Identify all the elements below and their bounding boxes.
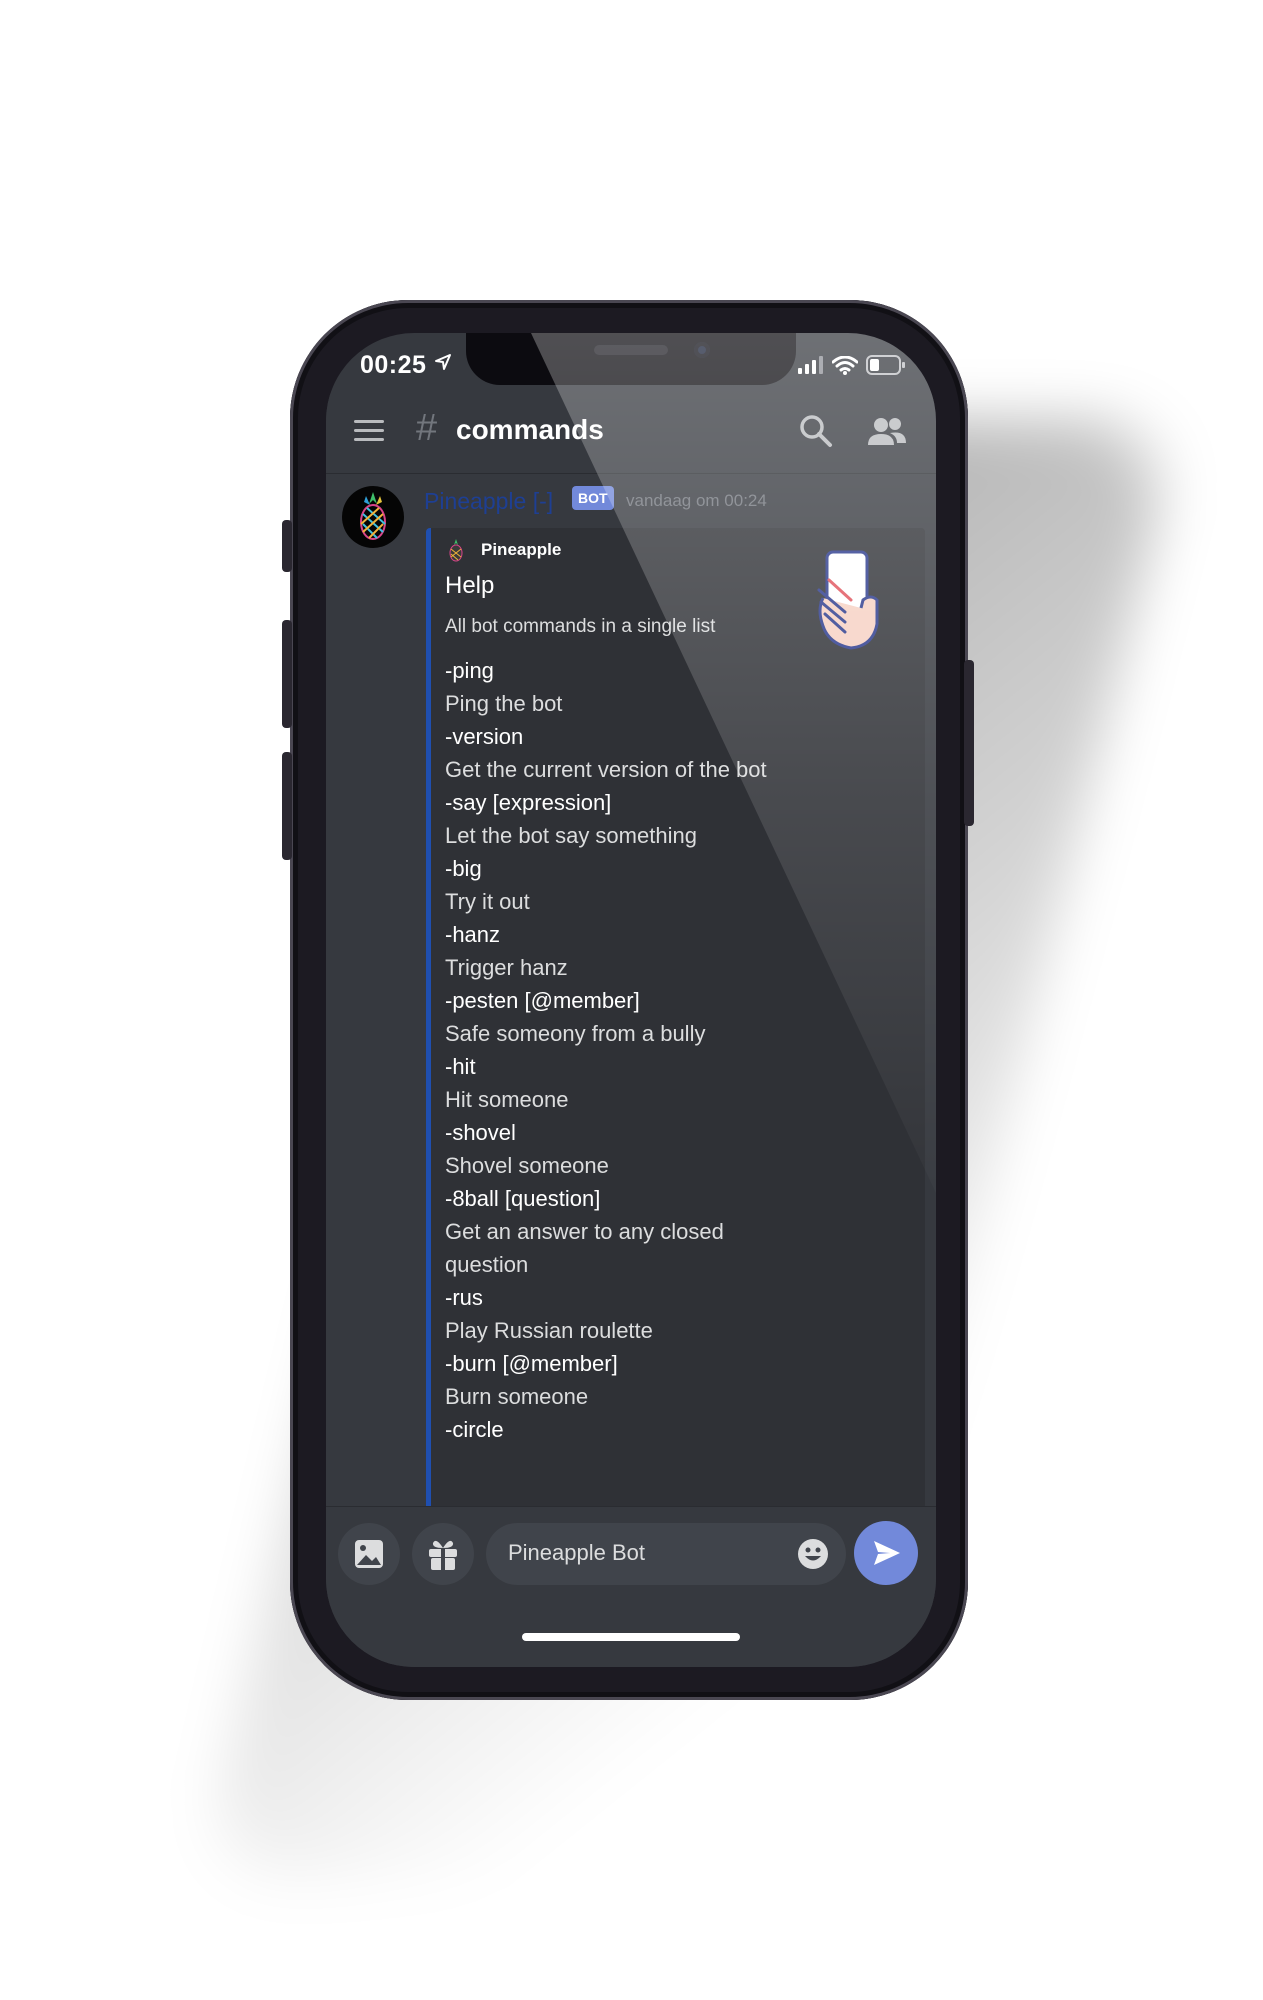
mute-switch: [282, 520, 292, 572]
volume-up-button: [282, 620, 292, 728]
message-timestamp: vandaag om 00:24: [626, 491, 767, 510]
embed-field-name: -ping: [445, 658, 494, 683]
send-icon: [874, 1541, 900, 1565]
embed-field-name: -circle: [445, 1417, 504, 1442]
bot-avatar[interactable]: [342, 486, 404, 548]
signal-icon: [798, 356, 823, 374]
search-icon[interactable]: [798, 413, 834, 449]
embed-field-value: Burn someone: [445, 1384, 589, 1409]
embed-field-value: Let the bot say something: [445, 823, 697, 848]
embed-field-name: -say [expression]: [445, 790, 612, 815]
image-icon: [355, 1540, 383, 1568]
embed-field-value: Hit someone: [445, 1087, 569, 1112]
earpiece-speaker: [594, 345, 668, 355]
embed-field-value: Safe someony from a bully: [445, 1021, 706, 1046]
embed-field-value: Trigger hanz: [445, 955, 568, 980]
message-input-text[interactable]: Pineapple Bot: [508, 1540, 645, 1566]
helping-hand-icon: [817, 550, 879, 650]
pineapple-avatar-image: [360, 492, 386, 540]
status-icons: [798, 355, 906, 375]
embed-field-value: Get the current version of the bot: [445, 757, 767, 782]
embed-field-name: -shovel: [445, 1120, 516, 1145]
channel-title: commands: [456, 414, 604, 445]
embed-field-name: -big: [445, 856, 482, 881]
power-button: [964, 660, 974, 826]
location-arrow-icon: [435, 354, 451, 370]
message-list[interactable]: Pineapple [-] BOT vandaag om 00:24 Pinea…: [326, 474, 936, 1506]
pineapple-icon: [449, 539, 463, 562]
embed-description: All bot commands in a single list: [445, 616, 716, 637]
message-author[interactable]: Pineapple [-]: [424, 488, 553, 515]
embed-field-name: -hit: [445, 1054, 476, 1079]
gift-button[interactable]: [412, 1523, 474, 1585]
embed-field-name: -burn [@member]: [445, 1351, 618, 1376]
embed-field-name: -version: [445, 724, 524, 749]
bot-badge: BOT: [572, 486, 614, 510]
embed-field-value: Get an answer to any closed question: [445, 1219, 724, 1277]
emoji-icon[interactable]: [796, 1537, 830, 1571]
status-time: 00:25: [360, 351, 427, 379]
message-input[interactable]: Pineapple Bot: [486, 1523, 846, 1585]
wifi-icon: [832, 355, 858, 375]
embed-title: Help: [445, 572, 495, 599]
embed-field-name: -8ball [question]: [445, 1186, 601, 1211]
gift-icon: [429, 1540, 457, 1570]
attach-image-button[interactable]: [338, 1523, 400, 1585]
notch: [466, 333, 796, 385]
embed-field-list: -ping Ping the bot -version Get the current…: [445, 654, 775, 1446]
members-icon[interactable]: [866, 415, 908, 449]
embed-field-value: Shovel someone: [445, 1153, 609, 1178]
channel-header: # commands: [326, 393, 936, 474]
channel-hash-icon: #: [416, 407, 438, 449]
embed-field-name: -pesten [@member]: [445, 988, 640, 1013]
battery-icon: [866, 355, 905, 375]
embed-field-value: Try it out: [445, 889, 530, 914]
embed-field-value: Ping the bot: [445, 691, 563, 716]
help-embed: Pineapple Help All bot commands in a sin…: [426, 528, 925, 1506]
phone-screen: 00:25 # commands Pineapple [-] BOT vanda…: [326, 333, 936, 1667]
front-camera: [694, 342, 710, 358]
embed-field-name: -rus: [445, 1285, 483, 1310]
home-indicator[interactable]: [522, 1633, 740, 1641]
embed-field-value: Play Russian roulette: [445, 1318, 653, 1343]
send-button[interactable]: [854, 1521, 918, 1585]
message-composer: Pineapple Bot: [326, 1506, 936, 1667]
menu-icon[interactable]: [352, 415, 386, 447]
embed-field-name: -hanz: [445, 922, 501, 947]
embed-author: Pineapple: [481, 540, 562, 559]
volume-down-button: [282, 752, 292, 860]
device-mockup: 00:25 # commands Pineapple [-] BOT vanda…: [0, 0, 1263, 2000]
